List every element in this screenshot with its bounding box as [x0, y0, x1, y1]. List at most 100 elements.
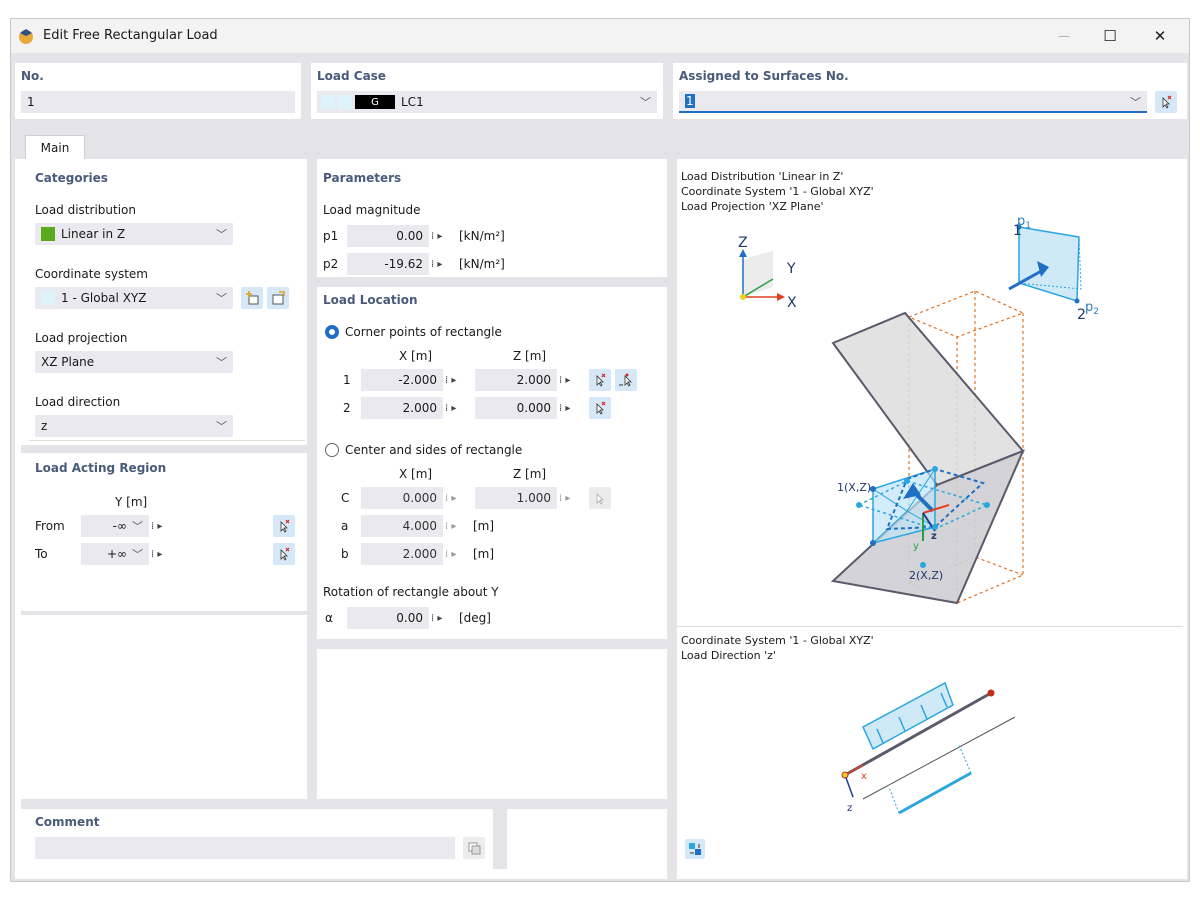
no-panel: No. 1 [15, 63, 301, 119]
surfaces-panel: Assigned to Surfaces No. 1 ﹀ [673, 63, 1187, 119]
view-toggle-button[interactable] [685, 839, 705, 859]
a-unit: [m] [473, 519, 495, 533]
coordinate-system-label: Coordinate system [35, 267, 148, 281]
svg-text:z: z [847, 803, 852, 814]
pick-from-button[interactable] [273, 515, 295, 537]
load-direction-diagram: x z [841, 681, 1016, 815]
load-location-panel: Load Location Corner points of rectangle… [317, 287, 667, 639]
row-2-x-input[interactable]: 2.000 [361, 397, 443, 419]
load-acting-region-header: Load Acting Region [35, 461, 167, 475]
row-2-z-input[interactable]: 0.000 [475, 397, 557, 419]
load-direction-select[interactable]: z ﹀ [35, 415, 233, 437]
coordinate-system-select[interactable]: 1 - Global XYZ ﹀ [35, 287, 233, 309]
row-2-z-spinner[interactable]: ⁞ ▸ [559, 397, 585, 419]
chevron-down-icon: ﹀ [216, 228, 227, 241]
a-spinner[interactable]: ⁞ ▸ [445, 515, 471, 537]
load-projection-select[interactable]: XZ Plane ﹀ [35, 351, 233, 373]
load-case-value: LC1 [401, 95, 424, 109]
pick-two-points-button[interactable] [615, 369, 637, 391]
b-unit: [m] [473, 547, 495, 561]
tab-main[interactable]: Main [25, 135, 85, 159]
new-coordinate-system-button[interactable] [241, 287, 263, 309]
empty-panel [317, 649, 667, 799]
pick-two-points-icon [619, 373, 632, 387]
p1-input[interactable]: 0.00 [347, 225, 429, 247]
b-spinner[interactable]: ⁞ ▸ [445, 543, 471, 565]
comment-input[interactable] [35, 837, 455, 859]
corner-points-radio[interactable] [325, 325, 339, 339]
pick-center-button[interactable] [589, 487, 611, 509]
pick-cursor-icon [280, 547, 290, 561]
dialog-window: Edit Free Rectangular Load — ☐ ✕ No. 1 L… [10, 18, 1190, 882]
comment-panel: Comment [29, 809, 493, 863]
alpha-spinner[interactable]: ⁞ ▸ [431, 607, 457, 629]
load-distribution-select[interactable]: Linear in Z ﹀ [35, 223, 233, 245]
from-spinner[interactable]: ⁞ ▸ [151, 515, 177, 537]
c-x-input[interactable]: 0.000 [361, 487, 443, 509]
alpha-label: α [325, 611, 333, 625]
load-case-select[interactable]: G LC1 ﹀ [317, 91, 657, 113]
load-distribution-label: Load distribution [35, 203, 136, 217]
p1-label: p1 [323, 229, 339, 243]
color-swatch [321, 95, 335, 109]
pick-cursor-icon [596, 373, 606, 387]
load-3d-diagram: Z Y X 1 2 p1 p2 1(X,Z) 2(X,Z) z y [738, 214, 1099, 605]
preview-panel: Load Distribution 'Linear in Z' Coordina… [677, 165, 1183, 627]
maximize-button[interactable]: ☐ [1087, 19, 1133, 53]
row-1-x-spinner[interactable]: ⁞ ▸ [445, 369, 471, 391]
load-case-label: Load Case [317, 69, 386, 83]
pick-surface-button[interactable] [1155, 91, 1177, 113]
divider [21, 611, 309, 615]
row-2-x-spinner[interactable]: ⁞ ▸ [445, 397, 471, 419]
coord-color-swatch [41, 291, 55, 305]
svg-text:1(X,Z): 1(X,Z) [837, 481, 871, 494]
center-sides-radio[interactable] [325, 443, 339, 457]
distribution-color-swatch [41, 227, 55, 241]
new-coordinate-system-icon [246, 291, 259, 305]
load-projection-label: Load projection [35, 331, 128, 345]
p2-input[interactable]: -19.62 [347, 253, 429, 275]
alpha-input[interactable]: 0.00 [347, 607, 429, 629]
from-label: From [35, 519, 65, 533]
axis-triad-icon: Z Y X [738, 235, 797, 311]
to-spinner[interactable]: ⁞ ▸ [151, 543, 177, 565]
svg-text:z: z [931, 531, 937, 542]
load-direction-shape: x z [841, 681, 1016, 815]
title-bar: Edit Free Rectangular Load — ☐ ✕ [11, 19, 1189, 53]
c-label: C [341, 491, 350, 505]
pick-point-1-button[interactable] [589, 369, 611, 391]
load-legend-icon: 1 2 p1 p2 [1008, 214, 1099, 323]
pick-point-2-button[interactable] [589, 397, 611, 419]
b-label: b [341, 547, 349, 561]
comment-library-button[interactable] [463, 837, 485, 859]
b-input[interactable]: 2.000 [361, 543, 443, 565]
pick-cursor-icon [1162, 95, 1172, 109]
copy-icon [468, 842, 481, 855]
surface-shape [830, 311, 1025, 605]
no-field[interactable]: 1 [21, 91, 295, 113]
to-select[interactable]: +∞ ﹀ [81, 543, 149, 565]
a-input[interactable]: 4.000 [361, 515, 443, 537]
row-1-z-spinner[interactable]: ⁞ ▸ [559, 369, 585, 391]
chevron-down-icon: ﹀ [216, 356, 227, 369]
pick-cursor-icon [596, 493, 604, 505]
svg-text:p1: p1 [1017, 214, 1031, 231]
p1-spinner[interactable]: ⁞ ▸ [431, 225, 457, 247]
parameters-header: Parameters [323, 171, 402, 185]
c-z-input[interactable]: 1.000 [475, 487, 557, 509]
c-x-spinner[interactable]: ⁞ ▸ [445, 487, 471, 509]
surfaces-input[interactable]: 1 ﹀ [679, 91, 1147, 113]
minimize-button[interactable]: — [1041, 19, 1087, 53]
row-1-z-input[interactable]: 2.000 [475, 369, 557, 391]
close-button[interactable]: ✕ [1137, 19, 1183, 53]
load-location-header: Load Location [323, 293, 418, 307]
pick-to-button[interactable] [273, 543, 295, 565]
c-z-spinner[interactable]: ⁞ ▸ [559, 487, 585, 509]
load-case-panel: Load Case G LC1 ﹀ [311, 63, 663, 119]
empty-panel [507, 809, 667, 863]
edit-coordinate-system-button[interactable] [267, 287, 289, 309]
row-1-x-input[interactable]: -2.000 [361, 369, 443, 391]
chevron-down-icon: ﹀ [132, 520, 143, 533]
from-select[interactable]: -∞ ﹀ [81, 515, 149, 537]
p2-spinner[interactable]: ⁞ ▸ [431, 253, 457, 275]
